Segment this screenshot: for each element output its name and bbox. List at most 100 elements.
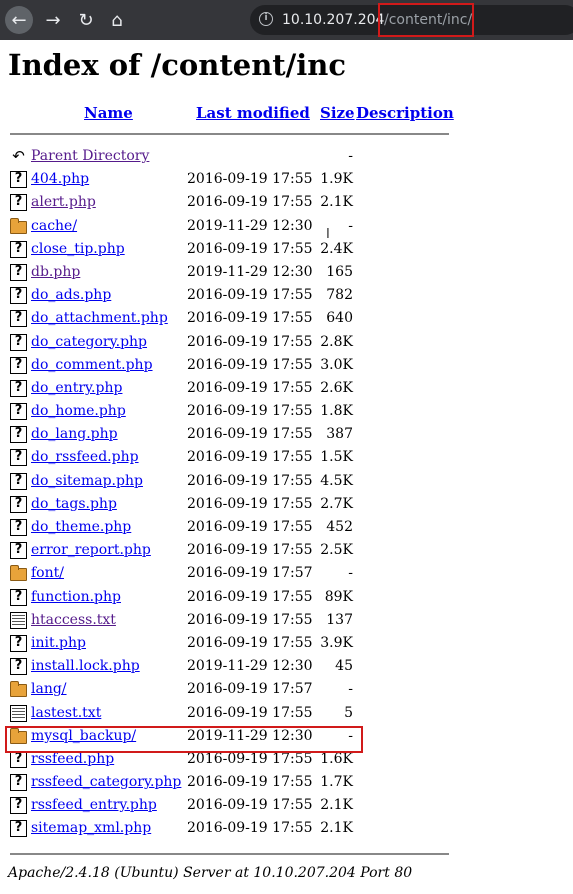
- file-size: -: [348, 565, 353, 582]
- file-link[interactable]: lang/: [31, 678, 67, 701]
- unknown-file-icon[interactable]: ?: [10, 194, 27, 212]
- list-item: ? do_lang.php 2016-09-19 17:55 387: [0, 423, 573, 446]
- last-modified: 2019-11-29 12:30: [187, 658, 313, 675]
- file-link[interactable]: lastest.txt: [31, 702, 101, 725]
- file-link[interactable]: install.lock.php: [31, 655, 140, 678]
- file-size: -: [348, 681, 353, 698]
- file-link[interactable]: do_home.php: [31, 400, 126, 423]
- unknown-file-icon[interactable]: ?: [10, 403, 27, 421]
- file-link[interactable]: font/: [31, 562, 64, 585]
- unknown-file-icon[interactable]: ?: [10, 634, 27, 652]
- file-size: 2.8K: [320, 333, 353, 350]
- file-link[interactable]: Parent Directory: [31, 145, 149, 168]
- folder-icon[interactable]: [10, 217, 27, 234]
- list-item: ? do_attachment.php 2016-09-19 17:55 640: [0, 307, 573, 330]
- list-item: ? do_ads.php 2016-09-19 17:55 782: [0, 284, 573, 307]
- file-link[interactable]: rssfeed_category.php: [31, 771, 181, 794]
- file-size: 1.7K: [320, 774, 353, 791]
- unknown-file-icon[interactable]: ?: [10, 263, 27, 281]
- file-link[interactable]: alert.php: [31, 191, 96, 214]
- address-bar[interactable]: i 10.10.207.204 /content/inc/: [250, 3, 573, 37]
- back-arrow-icon[interactable]: ←: [5, 6, 33, 34]
- file-link[interactable]: do_rssfeed.php: [31, 446, 139, 469]
- forward-arrow-icon[interactable]: →: [39, 6, 67, 34]
- last-modified: 2019-11-29 12:30: [187, 263, 313, 280]
- text-file-icon[interactable]: [10, 611, 27, 629]
- file-size: 3.0K: [320, 356, 353, 373]
- reload-icon[interactable]: ↻: [72, 6, 100, 34]
- info-icon[interactable]: i: [259, 12, 273, 26]
- file-link[interactable]: htaccess.txt: [31, 609, 116, 632]
- list-item: ? 404.php 2016-09-19 17:55 1.9K: [0, 168, 573, 191]
- unknown-file-icon[interactable]: ?: [10, 519, 27, 536]
- list-item: cache/2019-11-29 12:30 -: [0, 215, 573, 238]
- last-modified: 2016-09-19 17:57: [187, 681, 313, 698]
- last-modified: 2016-09-19 17:55: [187, 542, 313, 559]
- sort-by-name-link[interactable]: Name: [84, 104, 133, 122]
- file-size: 2.7K: [320, 495, 353, 512]
- file-link[interactable]: 404.php: [31, 168, 89, 191]
- sort-by-description-link[interactable]: Description: [356, 104, 454, 122]
- column-header-size: Size: [320, 104, 355, 122]
- file-link[interactable]: do_ads.php: [31, 284, 111, 307]
- unknown-file-icon[interactable]: ?: [10, 333, 27, 351]
- footer-divider: [10, 853, 449, 855]
- file-link[interactable]: close_tip.php: [31, 238, 125, 261]
- unknown-file-icon[interactable]: ?: [10, 774, 27, 792]
- unknown-file-icon[interactable]: ?: [10, 588, 27, 606]
- file-link[interactable]: do_theme.php: [31, 516, 131, 539]
- unknown-file-icon[interactable]: ?: [10, 495, 27, 513]
- file-link[interactable]: do_category.php: [31, 331, 147, 354]
- back-icon[interactable]: ↶: [10, 148, 27, 165]
- file-size: 1.8K: [320, 403, 353, 420]
- folder-icon[interactable]: [10, 681, 27, 698]
- sort-by-size-link[interactable]: Size: [320, 104, 355, 122]
- list-item: ? error_report.php 2016-09-19 17:55 2.5K: [0, 539, 573, 562]
- file-link[interactable]: function.php: [31, 586, 121, 609]
- file-link[interactable]: init.php: [31, 632, 86, 655]
- home-icon[interactable]: ⌂: [103, 6, 131, 34]
- unknown-file-icon[interactable]: ?: [10, 797, 27, 815]
- file-link[interactable]: do_attachment.php: [31, 307, 168, 330]
- unknown-file-icon[interactable]: ?: [10, 171, 27, 189]
- unknown-file-icon[interactable]: ?: [10, 426, 27, 444]
- unknown-file-icon[interactable]: ?: [10, 658, 27, 676]
- unknown-file-icon[interactable]: ?: [10, 542, 27, 560]
- last-modified: 2016-09-19 17:55: [187, 611, 313, 628]
- last-modified: 2016-09-19 17:55: [187, 472, 313, 489]
- url-path: /content/inc/: [384, 12, 473, 28]
- file-link[interactable]: error_report.php: [31, 539, 151, 562]
- file-link[interactable]: db.php: [31, 261, 80, 284]
- unknown-file-icon[interactable]: ?: [10, 356, 27, 374]
- file-link[interactable]: cache/: [31, 215, 77, 238]
- file-link[interactable]: do_entry.php: [31, 377, 122, 400]
- folder-icon[interactable]: [10, 565, 27, 582]
- unknown-file-icon[interactable]: ?: [10, 240, 27, 258]
- unknown-file-icon[interactable]: ?: [10, 310, 27, 328]
- unknown-file-icon[interactable]: ?: [10, 750, 27, 768]
- file-link[interactable]: do_lang.php: [31, 423, 118, 446]
- unknown-file-icon[interactable]: ?: [10, 472, 27, 490]
- last-modified: 2016-09-19 17:57: [187, 565, 313, 582]
- unknown-file-icon[interactable]: ?: [10, 449, 27, 467]
- file-link[interactable]: do_comment.php: [31, 354, 153, 377]
- file-link[interactable]: rssfeed_entry.php: [31, 794, 157, 817]
- file-link[interactable]: sitemap_xml.php: [31, 817, 151, 840]
- file-link[interactable]: do_sitemap.php: [31, 470, 143, 493]
- last-modified: 2016-09-19 17:55: [187, 333, 313, 350]
- unknown-file-icon[interactable]: ?: [10, 379, 27, 397]
- unknown-file-icon[interactable]: ?: [10, 287, 27, 305]
- list-item: ? db.php 2019-11-29 12:30 165: [0, 261, 573, 284]
- column-header-name: Name: [84, 104, 133, 122]
- last-modified: 2016-09-19 17:55: [187, 797, 313, 814]
- file-link[interactable]: do_tags.php: [31, 493, 117, 516]
- text-file-icon[interactable]: [10, 704, 27, 722]
- file-size: 2.1K: [320, 194, 353, 211]
- sort-by-date-link[interactable]: Last modified: [196, 104, 310, 122]
- last-modified: 2016-09-19 17:55: [187, 356, 313, 373]
- page-title: Index of /content/inc: [8, 48, 347, 82]
- url-host: 10.10.207.204: [282, 12, 385, 28]
- last-modified: 2016-09-19 17:55: [187, 310, 313, 327]
- last-modified: 2016-09-19 17:55: [187, 449, 313, 466]
- unknown-file-icon[interactable]: ?: [10, 820, 27, 838]
